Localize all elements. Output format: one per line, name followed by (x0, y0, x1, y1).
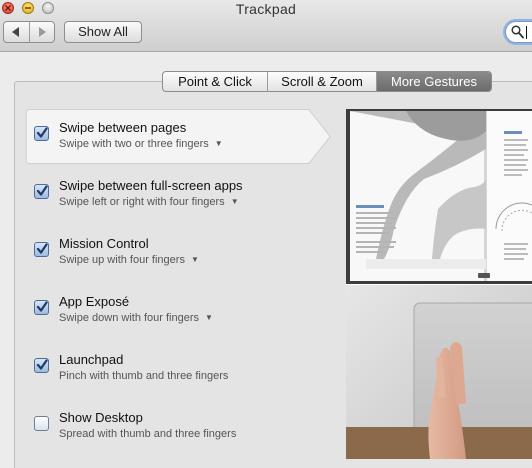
gesture-row-swipe-full-screen-apps[interactable]: Swipe between full-screen apps Swipe lef… (24, 167, 334, 223)
triangle-down-icon: ▼ (205, 313, 213, 322)
checkmark-icon (36, 127, 48, 138)
checkmark-icon (36, 243, 48, 254)
forward-button[interactable] (28, 22, 55, 42)
gesture-checkbox[interactable] (34, 300, 49, 315)
search-icon (511, 25, 524, 39)
chevron-left-icon (12, 27, 20, 37)
back-button[interactable] (4, 22, 29, 42)
gesture-subtitle: Swipe with two or three fingers (59, 138, 209, 150)
selection-highlight (25, 109, 331, 165)
gesture-subtitle: Pinch with thumb and three fingers (59, 370, 229, 382)
gesture-option-menu[interactable]: Swipe with two or three fingers ▼ (59, 138, 223, 150)
gesture-subtitle: Swipe left or right with four fingers (59, 196, 225, 208)
tab-scroll-and-zoom[interactable]: Scroll & Zoom (267, 72, 376, 91)
gesture-title: Swipe between full-screen apps (59, 178, 243, 193)
chevron-right-icon (38, 27, 46, 37)
checkmark-icon (36, 185, 48, 196)
triangle-down-icon: ▼ (230, 197, 239, 206)
gesture-row-swipe-between-pages[interactable]: Swipe between pages Swipe with two or th… (24, 109, 334, 165)
show-all-button[interactable]: Show All (64, 21, 142, 43)
preview-ebook-image (346, 109, 532, 284)
triangle-down-icon: ▼ (214, 139, 223, 148)
checkmark-icon (36, 301, 48, 312)
text-cursor (526, 26, 527, 39)
gesture-subtitle: Spread with thumb and three fingers (59, 428, 237, 440)
gesture-subtitle: Swipe down with four fingers (59, 312, 200, 324)
gesture-option-menu[interactable]: Swipe down with four fingers ▼ (59, 312, 213, 324)
gesture-checkbox[interactable] (34, 126, 49, 141)
search-field[interactable] (505, 21, 532, 43)
gesture-row-show-desktop[interactable]: Show Desktop Spread with thumb and three… (24, 399, 334, 455)
gesture-preview (346, 109, 532, 459)
gesture-row-app-expose[interactable]: App Exposé Swipe down with four fingers ▼ (24, 283, 334, 339)
gesture-option-menu[interactable]: Swipe left or right with four fingers ▼ (59, 196, 239, 208)
tab-bar: Point & Click Scroll & Zoom More Gesture… (162, 71, 492, 92)
gesture-title: Mission Control (59, 236, 149, 251)
gesture-title: App Exposé (59, 294, 130, 309)
gesture-title: Launchpad (59, 352, 124, 367)
window-toolbar: Trackpad Show All (0, 0, 532, 52)
checkmark-icon (36, 359, 48, 370)
tab-point-and-click[interactable]: Point & Click (163, 72, 267, 91)
triangle-down-icon: ▼ (190, 255, 199, 264)
gesture-checkbox[interactable] (34, 242, 49, 257)
gesture-title: Show Desktop (59, 410, 143, 425)
gesture-checkbox[interactable] (34, 184, 49, 199)
gesture-checkbox[interactable] (34, 358, 49, 373)
tab-more-gestures[interactable]: More Gestures (376, 72, 491, 91)
gesture-checkbox[interactable] (34, 416, 49, 431)
gesture-subtitle: Swipe up with four fingers (59, 254, 185, 266)
window-title: Trackpad (235, 1, 297, 17)
gesture-option-menu[interactable]: Swipe up with four fingers ▼ (59, 254, 199, 266)
back-forward-control (3, 21, 55, 43)
gesture-row-launchpad[interactable]: Launchpad Pinch with thumb and three fin… (24, 341, 334, 397)
gesture-title: Swipe between pages (59, 120, 187, 135)
preview-trackpad-photo (346, 285, 532, 459)
gesture-row-mission-control[interactable]: Mission Control Swipe up with four finge… (24, 225, 334, 281)
